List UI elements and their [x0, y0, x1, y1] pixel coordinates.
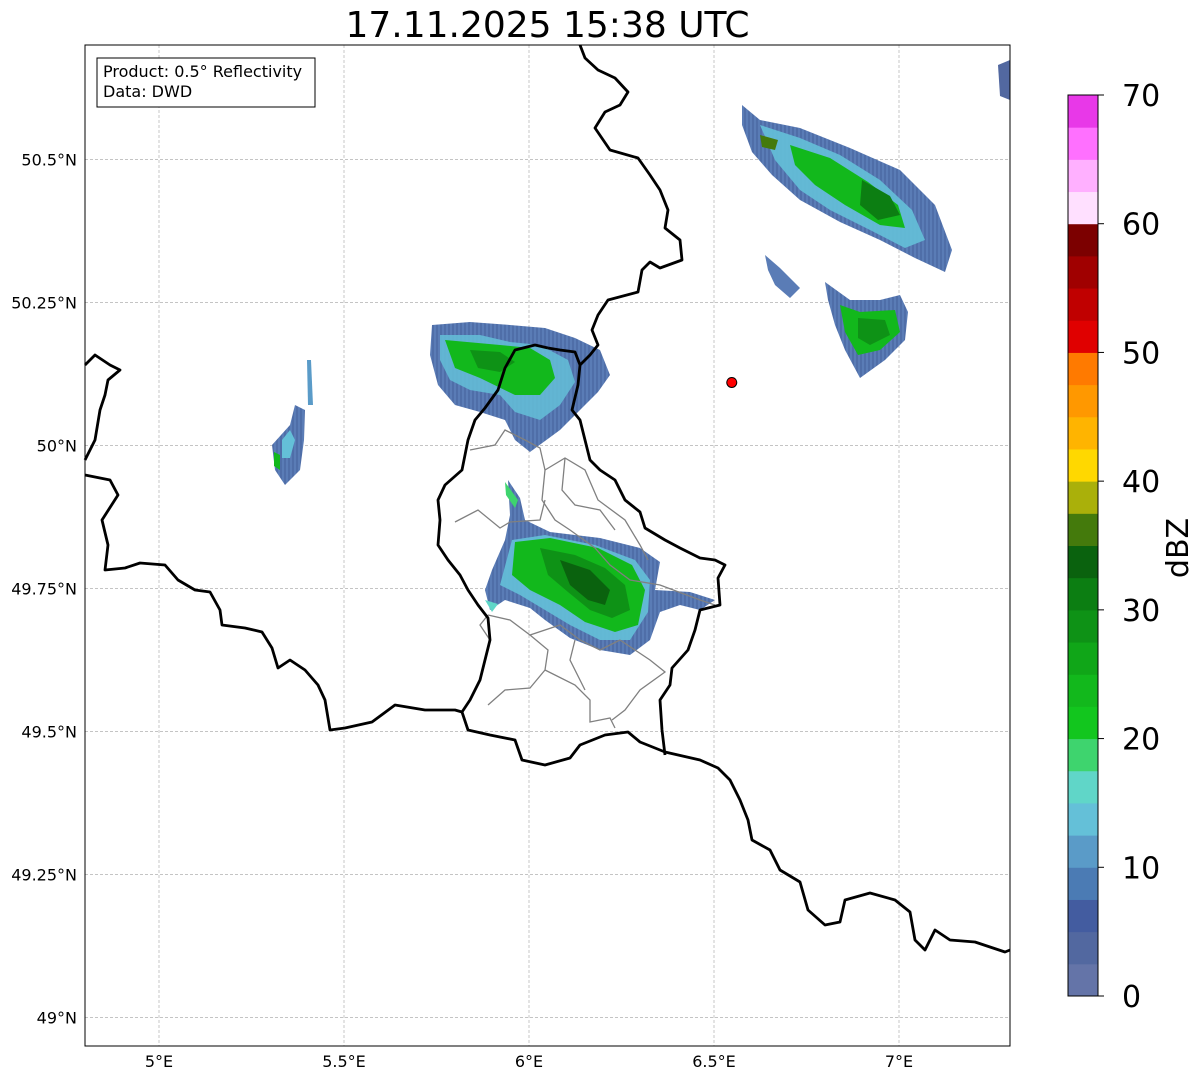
colorbar-ticks: 0 10 20 30 40 50 60 70 — [1098, 79, 1160, 1015]
colorbar-tick-label: 40 — [1122, 465, 1160, 500]
colorbar-tick-label: 0 — [1122, 980, 1141, 1015]
lon-tick-label: 5°E — [145, 1052, 173, 1071]
latitude-labels: 50.5°N 50.25°N 50°N 49.75°N 49.5°N 49.25°N 49°… — [11, 150, 77, 1027]
colorbar-segment — [1068, 963, 1098, 997]
colorbar-segment — [1068, 448, 1098, 482]
colorbar-segment — [1068, 95, 1098, 128]
lat-tick-label: 50.5°N — [21, 150, 77, 169]
colorbar-segment — [1068, 352, 1098, 386]
lat-tick-label: 50.25°N — [11, 293, 77, 312]
colorbar-segment — [1068, 642, 1098, 675]
colorbar-segment — [1068, 127, 1098, 160]
lat-tick-label: 50°N — [37, 436, 77, 455]
colorbar-segment — [1068, 770, 1098, 804]
colorbar-segment — [1068, 320, 1098, 353]
colorbar-segment — [1068, 384, 1098, 418]
colorbar-segment — [1068, 577, 1098, 611]
colorbar-segment — [1068, 802, 1098, 836]
lat-tick-label: 49.75°N — [11, 579, 77, 598]
colorbar-segment — [1068, 513, 1098, 546]
colorbar-segment — [1068, 159, 1098, 193]
lat-tick-label: 49°N — [37, 1008, 77, 1027]
colorbar-segment — [1068, 609, 1098, 643]
colorbar-tick-label: 20 — [1122, 723, 1160, 758]
colorbar-segment — [1068, 674, 1098, 707]
colorbar-segment — [1068, 191, 1098, 225]
lon-tick-label: 7°E — [885, 1052, 913, 1071]
colorbar-tick-label: 70 — [1122, 79, 1160, 114]
colorbar-segment — [1068, 545, 1098, 579]
lat-tick-label: 49.25°N — [11, 865, 77, 884]
colorbar-segment — [1068, 223, 1098, 257]
colorbar-segment — [1068, 738, 1098, 772]
colorbar-segment — [1068, 416, 1098, 450]
info-product: Product: 0.5° Reflectivity — [103, 62, 302, 81]
colorbar-tick-label: 50 — [1122, 336, 1160, 371]
lon-tick-label: 6.5°E — [692, 1052, 736, 1071]
info-box: Product: 0.5° Reflectivity Data: DWD — [96, 57, 316, 108]
colorbar-segment — [1068, 835, 1098, 868]
colorbar-tick-label: 30 — [1122, 594, 1160, 629]
colorbar-tick-label: 10 — [1122, 851, 1160, 886]
colorbar — [1067, 94, 1099, 997]
radar-map: 50.5°N 50.25°N 50°N 49.75°N 49.5°N 49.25°N 49°… — [11, 44, 1196, 1071]
colorbar-label: dBZ — [1161, 518, 1196, 578]
colorbar-tick-label: 60 — [1122, 208, 1160, 243]
longitude-labels: 5°E 5.5°E 6°E 6.5°E 7°E — [145, 1052, 913, 1071]
colorbar-segment — [1068, 867, 1098, 900]
radar-site-marker — [726, 376, 738, 388]
colorbar-segment — [1068, 288, 1098, 321]
lon-tick-label: 5.5°E — [322, 1052, 366, 1071]
lon-tick-label: 6°E — [515, 1052, 543, 1071]
colorbar-segment — [1068, 931, 1098, 965]
lat-tick-label: 49.5°N — [21, 722, 77, 741]
colorbar-segment — [1068, 481, 1098, 514]
colorbar-segment — [1068, 255, 1098, 289]
colorbar-segment — [1068, 899, 1098, 933]
info-data-source: Data: DWD — [103, 82, 192, 101]
colorbar-segment — [1068, 706, 1098, 740]
